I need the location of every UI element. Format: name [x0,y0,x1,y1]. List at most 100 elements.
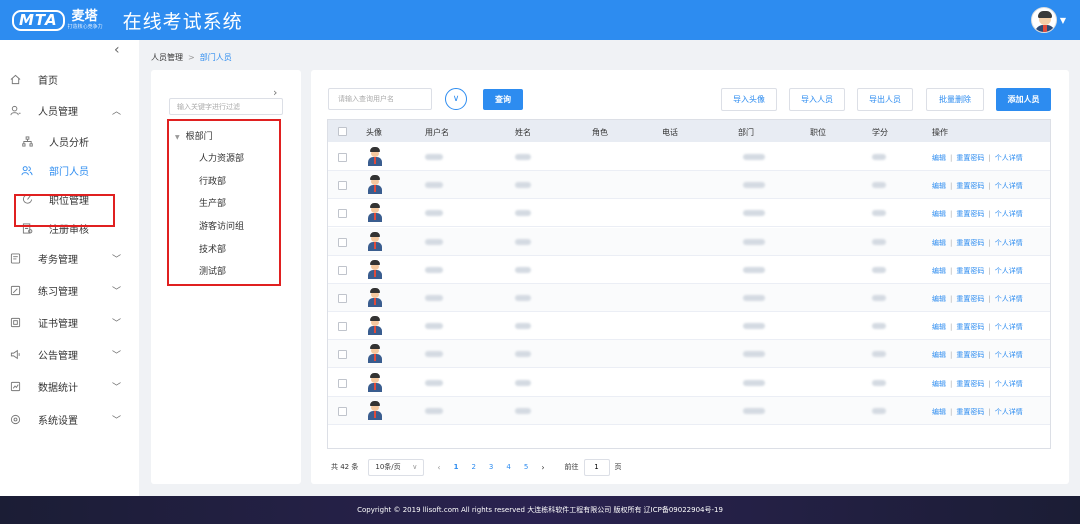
page-number[interactable]: 4 [506,463,510,471]
reset-password-link[interactable]: 重置密码 [956,351,984,359]
row-checkbox[interactable] [338,181,347,191]
personal-details-link[interactable]: 个人详情 [995,408,1023,416]
edit-link[interactable]: 编辑 [932,154,946,162]
sidebar-item-system-settings[interactable]: 系统设置 ﹀ [0,408,139,430]
table-row[interactable]: 编辑 | 重置密码 | 个人详情 [328,369,1050,397]
edit-link[interactable]: 编辑 [932,210,946,218]
caret-down-icon[interactable]: ▼ [1060,16,1066,25]
tree-expand-icon[interactable]: ▼ [175,134,180,141]
tree-node-production[interactable]: 生产部 [199,196,226,209]
personal-details-link[interactable]: 个人详情 [995,323,1023,331]
row-checkbox[interactable] [338,322,347,332]
personal-details-link[interactable]: 个人详情 [995,154,1023,162]
personal-details-link[interactable]: 个人详情 [995,380,1023,388]
edit-link[interactable]: 编辑 [932,267,946,275]
username-search-input[interactable] [328,88,432,110]
export-users-button[interactable]: 导出人员 [857,88,913,111]
edit-link[interactable]: 编辑 [932,239,946,247]
reset-password-link[interactable]: 重置密码 [956,239,984,247]
tree-node-admin[interactable]: 行政部 [199,174,226,187]
edit-link[interactable]: 编辑 [932,323,946,331]
sidebar-item-personnel-analysis[interactable]: 人员分析 [0,130,139,152]
personal-details-link[interactable]: 个人详情 [995,295,1023,303]
batch-delete-button[interactable]: 批量删除 [926,88,984,111]
sidebar-item-home[interactable]: 首页 [0,68,139,90]
select-all-checkbox[interactable] [338,127,347,136]
edit-link[interactable]: 编辑 [932,380,946,388]
import-avatar-button[interactable]: 导入头像 [721,88,777,111]
avatar-tie [374,326,376,334]
table-row[interactable]: 编辑 | 重置密码 | 个人详情 [328,143,1050,171]
sidebar-item-announcement-management[interactable]: 公告管理 ﹀ [0,343,139,365]
edit-link[interactable]: 编辑 [932,351,946,359]
user-menu[interactable]: ▼ [1030,7,1066,33]
reset-password-link[interactable]: 重置密码 [956,380,984,388]
collapse-sidebar-icon[interactable]: ‹ [114,42,120,58]
personal-details-link[interactable]: 个人详情 [995,267,1023,275]
row-checkbox[interactable] [338,265,347,275]
table-row[interactable]: 编辑 | 重置密码 | 个人详情 [328,396,1050,425]
edit-link[interactable]: 编辑 [932,182,946,190]
table-row[interactable]: 编辑 | 重置密码 | 个人详情 [328,171,1050,200]
expand-filter-icon[interactable]: ∨ [445,88,467,110]
row-checkbox[interactable] [338,153,347,162]
logo[interactable]: MTA 麦塔 打造核心竞争力 [12,9,103,31]
prev-page-icon[interactable]: ‹ [437,463,440,472]
sidebar-item-exam-management[interactable]: 考务管理 ﹀ [0,247,139,269]
goto-page-input[interactable] [583,458,610,476]
edit-link[interactable]: 编辑 [932,295,946,303]
personal-details-link[interactable]: 个人详情 [995,182,1023,190]
tree-filter-input[interactable] [169,98,283,115]
table-row[interactable]: 编辑 | 重置密码 | 个人详情 [328,312,1050,341]
row-checkbox[interactable] [338,294,347,303]
tree-node-root[interactable]: ▼ 根部门 [175,129,213,142]
reset-password-link[interactable]: 重置密码 [956,323,984,331]
row-checkbox[interactable] [338,378,347,388]
row-checkbox[interactable] [338,350,347,360]
table-row[interactable]: 编辑 | 重置密码 | 个人详情 [328,256,1050,284]
tree-node-tech[interactable]: 技术部 [199,242,226,255]
tree-node-test[interactable]: 测试部 [199,264,226,277]
table-row[interactable]: 编辑 | 重置密码 | 个人详情 [328,284,1050,312]
reset-password-link[interactable]: 重置密码 [956,267,984,275]
avatar-hair [370,400,380,406]
add-user-button[interactable]: 添加人员 [996,88,1051,111]
redacted-cell [743,295,765,301]
import-users-button[interactable]: 导入人员 [789,88,845,111]
sidebar-item-personnel[interactable]: 人员管理 ︿ [0,99,139,121]
sidebar-item-practice-management[interactable]: 练习管理 ﹀ [0,279,139,301]
row-actions: 编辑 | 重置密码 | 个人详情 [932,153,1023,163]
sidebar-item-data-statistics[interactable]: 数据统计 ﹀ [0,375,139,397]
reset-password-link[interactable]: 重置密码 [956,182,984,190]
next-page-icon[interactable]: › [541,463,544,472]
page-size-select[interactable]: 10条/页 ∨ [368,458,425,476]
action-separator: | [988,351,991,360]
query-button[interactable]: 查询 [483,89,523,110]
page-number[interactable]: 2 [471,463,475,471]
sidebar-item-certificate-management[interactable]: 证书管理 ﹀ [0,311,139,333]
redacted-cell [425,351,443,358]
page-number[interactable]: 1 [454,463,459,471]
avatar[interactable] [1030,7,1057,33]
row-checkbox[interactable] [338,237,347,247]
reset-password-link[interactable]: 重置密码 [956,408,984,416]
sidebar-item-department-personnel[interactable]: 部门人员 [0,159,139,181]
tree-node-visitor-group[interactable]: 游客访问组 [199,219,244,232]
breadcrumb-parent[interactable]: 人员管理 [151,53,183,62]
edit-link[interactable]: 编辑 [932,408,946,416]
reset-password-link[interactable]: 重置密码 [956,154,984,162]
table-row[interactable]: 编辑 | 重置密码 | 个人详情 [328,340,1050,369]
personal-details-link[interactable]: 个人详情 [995,239,1023,247]
reset-password-link[interactable]: 重置密码 [956,210,984,218]
table-row[interactable]: 编辑 | 重置密码 | 个人详情 [328,227,1050,256]
row-checkbox[interactable] [338,406,347,416]
tree-node-hr[interactable]: 人力资源部 [199,151,244,164]
page-number[interactable]: 3 [489,463,493,471]
reset-password-link[interactable]: 重置密码 [956,295,984,303]
active-item-highlight-box [14,194,115,227]
personal-details-link[interactable]: 个人详情 [995,210,1023,218]
page-number[interactable]: 5 [524,463,528,471]
row-checkbox[interactable] [338,209,347,219]
personal-details-link[interactable]: 个人详情 [995,351,1023,359]
table-row[interactable]: 编辑 | 重置密码 | 个人详情 [328,199,1050,228]
